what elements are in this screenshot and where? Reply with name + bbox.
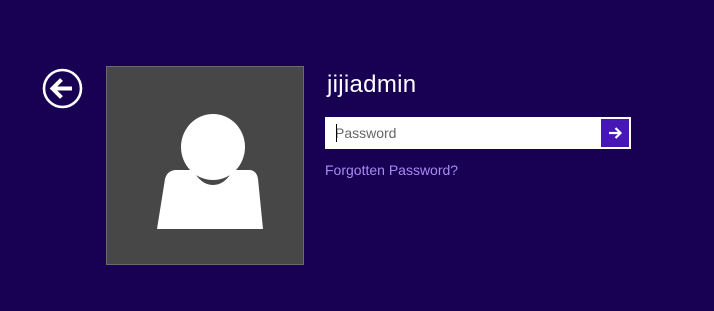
sign-in-button[interactable]: [601, 119, 629, 147]
user-silhouette-icon: [157, 114, 263, 229]
account-username: jijiadmin: [327, 71, 417, 98]
back-button[interactable]: [42, 68, 83, 109]
password-field-container: [325, 117, 631, 149]
back-arrow-icon: [42, 68, 83, 109]
password-input[interactable]: [325, 117, 599, 149]
user-avatar-tile: [106, 66, 304, 265]
forgot-password-link[interactable]: Forgotten Password?: [325, 161, 458, 179]
lock-screen: jijiadmin Forgotten Password?: [0, 0, 714, 311]
right-arrow-icon: [609, 127, 623, 139]
text-caret: [336, 124, 337, 142]
